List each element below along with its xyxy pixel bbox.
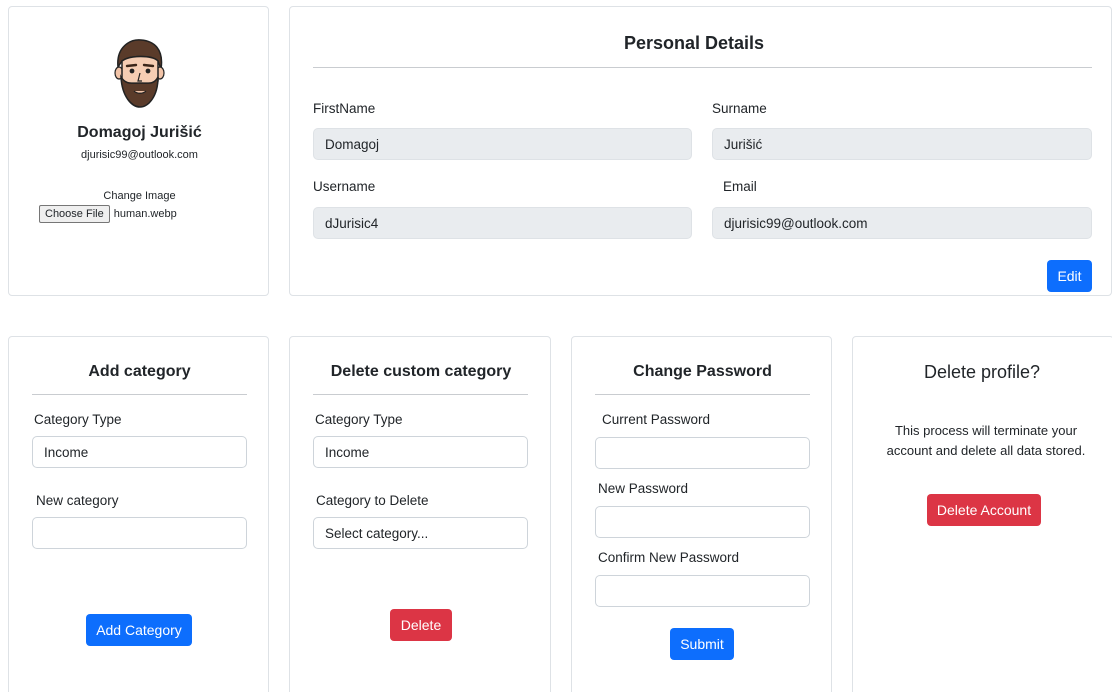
divider	[313, 394, 528, 395]
email-label: Email	[723, 179, 757, 194]
delete-category-title: Delete custom category	[330, 363, 512, 380]
divider	[313, 67, 1092, 68]
username-label: Username	[313, 179, 376, 194]
confirm-password-label: Confirm New Password	[598, 550, 740, 565]
file-name: human.webp	[113, 208, 177, 220]
new-password-label: New Password	[598, 481, 689, 496]
delete-category-card: Delete custom category Category Type Inc…	[289, 336, 551, 692]
current-password-label: Current Password	[602, 412, 711, 427]
current-password-input[interactable]	[595, 437, 810, 469]
avatar	[108, 37, 170, 109]
new-category-label: New category	[36, 493, 119, 508]
personal-details-card: Personal Details FirstName Domagoj Surna…	[289, 6, 1112, 296]
username-field[interactable]: dJurisic4	[313, 207, 692, 239]
add-category-card: Add category Category Type Income New ca…	[8, 336, 269, 692]
email-field[interactable]: djurisic99@outlook.com	[712, 207, 1092, 239]
new-category-input[interactable]	[32, 517, 247, 549]
surname-label: Surname	[712, 101, 767, 116]
add-category-title: Add category	[88, 363, 191, 380]
category-type-select[interactable]: Income	[32, 436, 247, 468]
delete-profile-description: This process will terminate your account…	[886, 423, 1086, 458]
divider	[32, 394, 247, 395]
divider	[595, 394, 810, 395]
category-type-label: Category Type	[315, 412, 403, 427]
add-category-button[interactable]: Add Category	[86, 614, 192, 646]
change-password-title: Change Password	[633, 363, 772, 380]
delete-profile-card: Delete profile? This process will termin…	[852, 336, 1112, 692]
profile-card: Domagoj Jurišić djurisic99@outlook.com C…	[8, 6, 269, 296]
profile-name: Domagoj Jurišić	[77, 124, 202, 141]
new-password-input[interactable]	[595, 506, 810, 538]
file-input[interactable]: Choose File human.webp	[39, 205, 177, 223]
category-type-select[interactable]: Income	[313, 436, 528, 468]
personal-details-title: Personal Details	[623, 33, 765, 53]
change-password-card: Change Password Current Password New Pas…	[571, 336, 832, 692]
edit-button[interactable]: Edit	[1047, 260, 1092, 292]
confirm-password-input[interactable]	[595, 575, 810, 607]
delete-account-button[interactable]: Delete Account	[927, 494, 1041, 526]
firstname-field[interactable]: Domagoj	[313, 128, 692, 160]
category-to-delete-select[interactable]: Select category...	[313, 517, 528, 549]
bearded-man-avatar-icon	[114, 39, 165, 108]
firstname-label: FirstName	[313, 101, 376, 116]
category-type-label: Category Type	[34, 412, 122, 427]
profile-email: djurisic99@outlook.com	[81, 149, 198, 161]
choose-file-button[interactable]: Choose File	[39, 205, 110, 223]
delete-profile-title: Delete profile?	[923, 362, 1041, 382]
category-to-delete-label: Category to Delete	[316, 493, 429, 508]
submit-button[interactable]: Submit	[670, 628, 734, 660]
delete-category-button[interactable]: Delete	[390, 609, 452, 641]
surname-field[interactable]: Jurišić	[712, 128, 1092, 160]
change-image-label: Change Image	[103, 190, 176, 202]
